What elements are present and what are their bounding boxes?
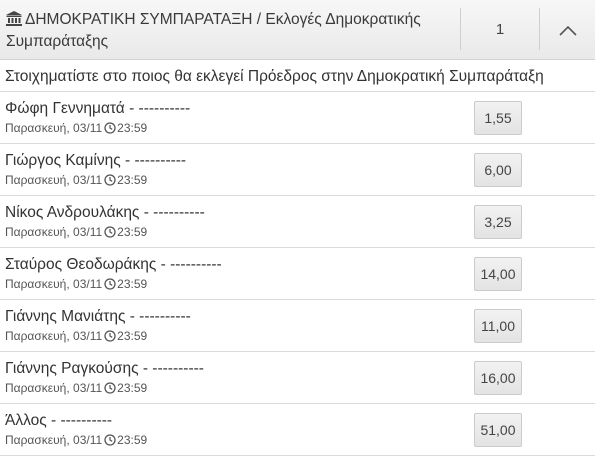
odds-button[interactable]: 1,55 [474,101,522,135]
selection-name: Σταύρος Θεοδωράκης - ---------- [5,256,222,273]
selection-date: Παρασκευή, 03/11 23:59 [5,381,147,397]
clock-icon [104,174,116,189]
selection-count: 1 [495,21,505,38]
selection-row: Σταύρος Θεοδωράκης - ---------- Παρασκευή… [0,248,595,300]
selection-name: Άλλος - ---------- [5,412,113,429]
selection-name: Γιώργος Καμίνης - ---------- [5,152,187,169]
selection-date: Παρασκευή, 03/11 23:59 [5,225,147,241]
odds-button[interactable]: 6,00 [474,153,522,187]
bank-icon [6,11,22,26]
odds-button[interactable]: 16,00 [474,361,522,395]
selection-time: 23:59 [117,433,148,447]
selection-name: Γιάννης Μανιάτης - ---------- [5,308,191,325]
selection-date: Παρασκευή, 03/11 23:59 [5,433,147,449]
market-title: ΔΗΜΟΚΡΑΤΙΚΗ ΣΥΜΠΑΡΑΤΑΞΗ / Εκλογές Δημοκρ… [6,9,446,53]
clock-icon [104,382,116,397]
selection-date: Παρασκευή, 03/11 23:59 [5,277,147,293]
selection-day: Παρασκευή, 03/11 [5,329,103,343]
selection-day: Παρασκευή, 03/11 [5,121,103,135]
collapse-button[interactable] [540,0,595,60]
selection-day: Παρασκευή, 03/11 [5,381,103,395]
selection-name: Φώφη Γεννηματά - ---------- [5,100,191,117]
clock-icon [104,226,116,241]
selection-row: Γιάννης Ραγκούσης - ---------- Παρασκευή,… [0,352,595,404]
selection-row: Νίκος Ανδρουλάκης - ---------- Παρασκευή,… [0,196,595,248]
clock-icon [104,330,116,345]
market-title-text: ΔΗΜΟΚΡΑΤΙΚΗ ΣΥΜΠΑΡΑΤΑΞΗ / Εκλογές Δημοκρ… [6,11,421,50]
odds-button[interactable]: 51,00 [474,413,522,447]
clock-icon [104,122,116,137]
odds-button[interactable]: 3,25 [474,205,522,239]
selection-row: Γιώργος Καμίνης - ---------- Παρασκευή, 0… [0,144,595,196]
selection-time: 23:59 [117,381,148,395]
selection-list: Φώφη Γεννηματά - ---------- Παρασκευή, 03… [0,92,595,456]
odds-button[interactable]: 14,00 [474,257,522,291]
market-question: Στοιχηματίστε στο ποιος θα εκλεγεί Πρόεδ… [0,61,595,92]
selection-name: Γιάννης Ραγκούσης - ---------- [5,360,204,377]
selection-date: Παρασκευή, 03/11 23:59 [5,121,147,137]
selection-time: 23:59 [117,277,148,291]
selection-name: Νίκος Ανδρουλάκης - ---------- [5,204,205,221]
odds-button[interactable]: 11,00 [474,309,522,343]
selection-row: Φώφη Γεννηματά - ---------- Παρασκευή, 03… [0,92,595,144]
selection-row: Άλλος - ---------- Παρασκευή, 03/11 23:59 5… [0,404,595,456]
selection-time: 23:59 [117,121,148,135]
selection-time: 23:59 [117,329,148,343]
selection-row: Γιάννης Μανιάτης - ---------- Παρασκευή, … [0,300,595,352]
clock-icon [104,278,116,293]
selection-time: 23:59 [117,225,148,239]
selection-day: Παρασκευή, 03/11 [5,433,103,447]
chevron-up-icon [558,25,577,36]
market-header: ΔΗΜΟΚΡΑΤΙΚΗ ΣΥΜΠΑΡΑΤΑΞΗ / Εκλογές Δημοκρ… [0,0,595,60]
selection-day: Παρασκευή, 03/11 [5,225,103,239]
selection-date: Παρασκευή, 03/11 23:59 [5,173,147,189]
selection-date: Παρασκευή, 03/11 23:59 [5,329,147,345]
selection-day: Παρασκευή, 03/11 [5,173,103,187]
selection-day: Παρασκευή, 03/11 [5,277,103,291]
selection-time: 23:59 [117,173,148,187]
clock-icon [104,434,116,449]
